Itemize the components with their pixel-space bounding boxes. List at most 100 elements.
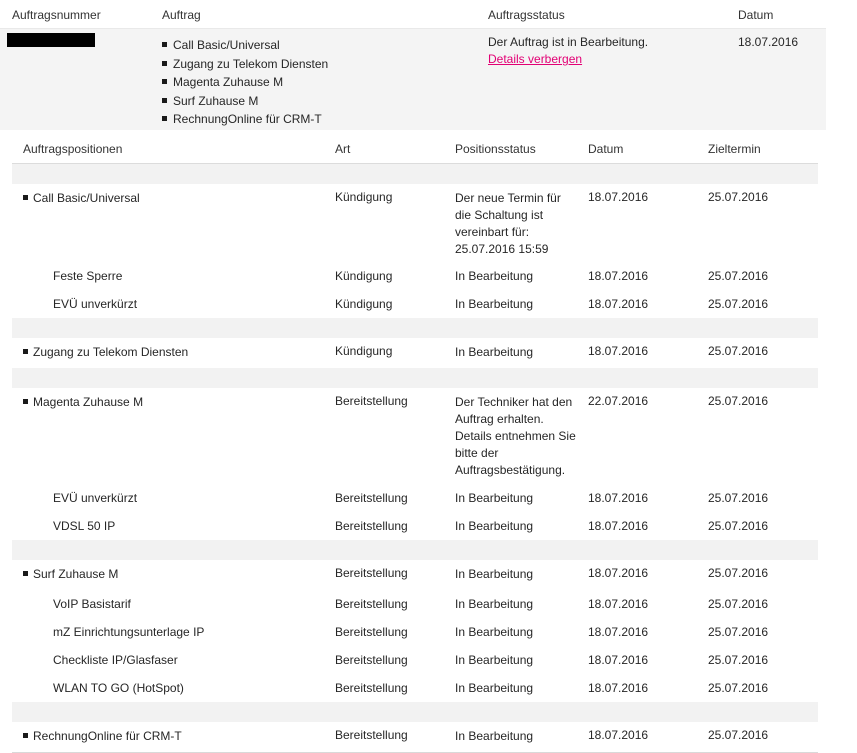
group-separator [12,540,818,560]
group-separator [12,368,818,388]
sub-position-type: Bereitstellung [335,625,408,639]
position-name: Surf Zuhause M [23,567,118,581]
sub-position-status: In Bearbeitung [455,597,534,611]
position-name-label: Magenta Zuhause M [33,395,144,409]
order-date: 18.07.2016 [738,35,799,49]
sub-position-name: VoIP Basistarif [53,597,131,611]
order-items-list: Call Basic/Universal Zugang zu Telekom D… [162,36,328,129]
order-item: RechnungOnline für CRM-T [162,110,328,129]
position-name: RechnungOnline für CRM-T [23,729,182,743]
sub-position-date: 18.07.2016 [588,681,649,695]
sub-position-name: Feste Sperre [53,269,123,283]
position-sub-row: VoIP Basistarif Bereitstellung In Bearbeit… [12,590,818,619]
bullet-icon [162,116,167,121]
sub-position-date: 18.07.2016 [588,519,649,533]
order-item: Surf Zuhause M [162,92,328,111]
sub-position-name: WLAN TO GO (HotSpot) [53,681,184,695]
sub-position-date: 18.07.2016 [588,653,649,667]
position-name: Magenta Zuhause M [23,395,143,409]
details-toggle-link[interactable]: Details verbergen [488,52,582,66]
position-type: Kündigung [335,344,393,358]
sub-position-target-date: 25.07.2016 [708,625,769,639]
order-date-header: Datum [738,8,774,22]
right-gutter [826,0,857,752]
position-main-row: Zugang zu Telekom Diensten Kündigung In Be… [12,338,818,369]
position-name-label: Surf Zuhause M [33,567,119,581]
order-item: Call Basic/Universal [162,36,328,55]
sub-position-target-date: 25.07.2016 [708,491,769,505]
bullet-icon [162,60,167,66]
position-name-label: RechnungOnline für CRM-T [33,729,182,743]
sub-position-name: mZ Einrichtungsunterlage IP [53,625,205,639]
sub-position-name: EVÜ unverkürzt [53,491,138,505]
sub-position-target-date: 25.07.2016 [708,597,769,611]
position-status: In Bearbeitung [455,345,534,359]
sub-position-type: Bereitstellung [335,681,408,695]
position-main-row: Magenta Zuhause M Bereitstellung Der Techn… [12,388,818,485]
group-separator [12,164,818,184]
bullet-icon [23,399,28,404]
sub-position-status: In Bearbeitung [455,269,534,283]
position-date: 18.07.2016 [588,566,649,580]
order-number-header: Auftragsnummer [12,8,101,22]
position-date: 18.07.2016 [588,190,649,204]
order-header: Auftrag [162,8,201,22]
position-date: 18.07.2016 [588,728,649,742]
position-name: Call Basic/Universal [23,191,140,205]
position-target-date: 25.07.2016 [708,190,769,204]
position-name: Zugang zu Telekom Diensten [23,345,188,359]
position-status-header: Positionsstatus [455,142,536,156]
sub-position-target-date: 25.07.2016 [708,681,769,695]
position-sub-row: VDSL 50 IP Bereitstellung In Bearbeitung 18… [12,512,818,541]
position-sub-row: Feste Sperre Kündigung In Bearbeitung 18.07… [12,262,818,291]
sub-position-type: Kündigung [335,297,393,311]
target-date-header: Zieltermin [708,142,761,156]
position-status: Der neue Termin für die Schaltung ist ve… [455,191,561,256]
position-type: Bereitstellung [335,728,408,742]
bullet-icon [162,79,167,84]
sub-position-name: Checkliste IP/Glasfaser [53,653,178,667]
position-status: Der Techniker hat den Auftrag erhalten. … [455,395,576,477]
position-target-date: 25.07.2016 [708,344,769,358]
position-target-date: 25.07.2016 [708,394,769,408]
sub-position-target-date: 25.07.2016 [708,269,769,283]
sub-position-date: 18.07.2016 [588,269,649,283]
order-status: Der Auftrag ist in Bearbeitung. [488,35,649,49]
sub-position-type: Bereitstellung [335,597,408,611]
order-row [0,29,826,130]
group-separator [12,702,818,722]
position-sub-row: EVÜ unverkürzt Kündigung In Bearbeitung 18.… [12,290,818,319]
bullet-icon [23,571,28,576]
sub-position-type: Bereitstellung [335,653,408,667]
sub-position-status: In Bearbeitung [455,519,534,533]
sub-position-status: In Bearbeitung [455,653,534,667]
sub-position-type: Bereitstellung [335,519,408,533]
positions-table-header: Auftragspositionen Art Positionsstatus D… [12,131,818,164]
positions-header: Auftragspositionen [23,142,123,156]
position-target-date: 25.07.2016 [708,728,769,742]
date-header: Datum [588,142,624,156]
sub-position-target-date: 25.07.2016 [708,653,769,667]
sub-position-status: In Bearbeitung [455,491,534,505]
bullet-icon [162,42,167,47]
position-type: Kündigung [335,190,393,204]
position-sub-row: mZ Einrichtungsunterlage IP Bereitstellun… [12,618,818,647]
sub-position-status: In Bearbeitung [455,681,534,695]
sub-position-status: In Bearbeitung [455,625,534,639]
position-sub-row: Checkliste IP/Glasfaser Bereitstellung In … [12,646,818,675]
sub-position-target-date: 25.07.2016 [708,519,769,533]
bullet-icon [162,97,167,103]
position-type: Bereitstellung [335,566,408,580]
position-main-row: Call Basic/Universal Kündigung Der neue Te… [12,184,818,263]
bullet-icon [23,349,28,354]
order-item: Magenta Zuhause M [162,73,328,92]
position-status: In Bearbeitung [455,567,534,581]
order-table-header: Auftragsnummer Auftrag Auftragsstatus Da… [0,0,826,29]
sub-position-type: Kündigung [335,269,393,283]
sub-position-name: VDSL 50 IP [53,519,116,533]
bullet-icon [23,195,28,200]
position-sub-row: WLAN TO GO (HotSpot) Bereitstellung In Bea… [12,674,818,703]
type-header: Art [335,142,351,156]
sub-position-date: 18.07.2016 [588,597,649,611]
position-date: 18.07.2016 [588,344,649,358]
